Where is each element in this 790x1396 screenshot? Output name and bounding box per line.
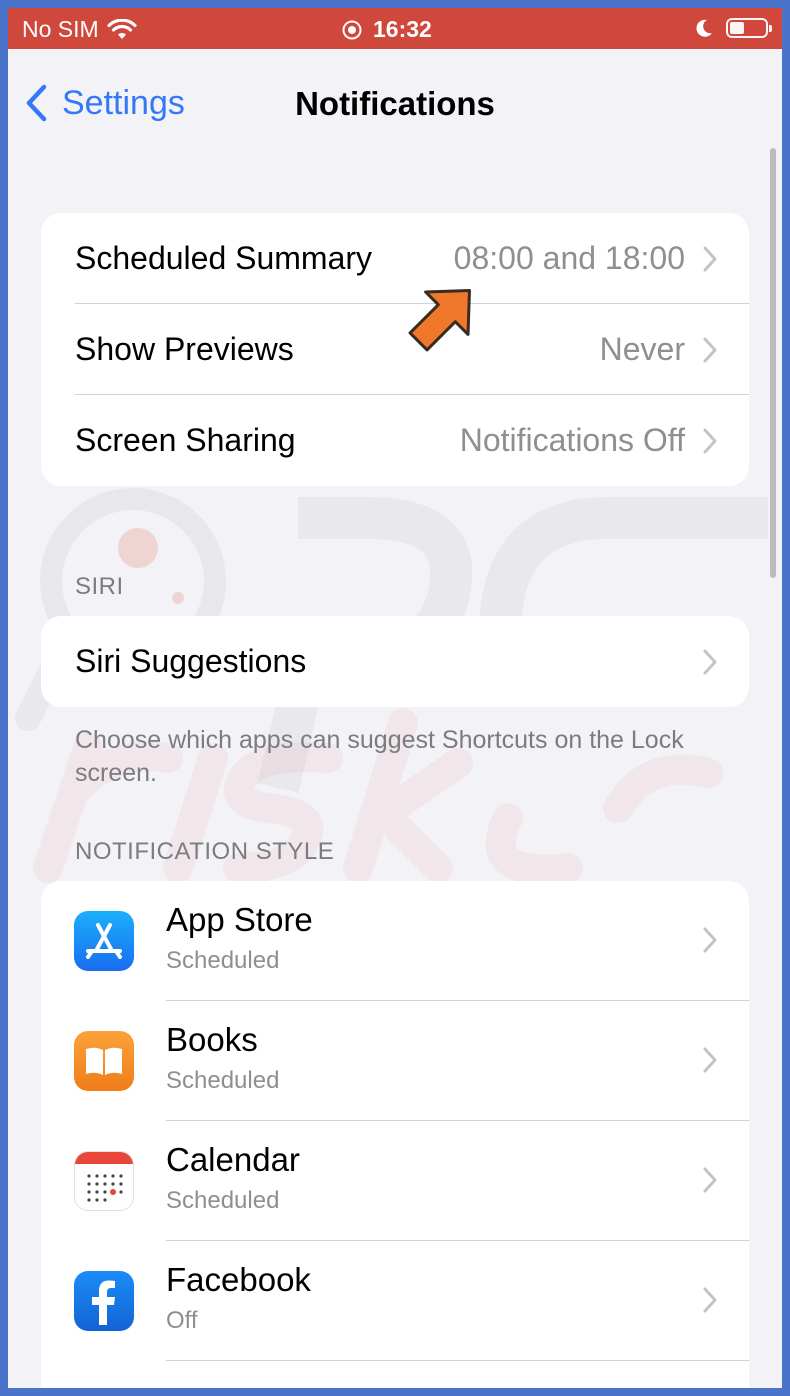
row-label: Scheduled Summary xyxy=(75,240,373,276)
app-status: Scheduled xyxy=(166,947,280,974)
chevron-right-icon xyxy=(703,246,717,271)
status-bar: No SIM 16:32 xyxy=(8,8,782,49)
row-label: Screen Sharing xyxy=(75,422,296,458)
row-label: Show Previews xyxy=(75,331,294,367)
books-icon xyxy=(74,1031,134,1091)
chevron-right-icon xyxy=(703,337,717,362)
screen-recording-icon xyxy=(342,20,362,39)
app-name: Books xyxy=(166,1021,258,1058)
app-row-app-store[interactable]: App Store Scheduled xyxy=(41,881,749,1001)
app-text: Facebook Off xyxy=(166,1261,311,1335)
app-name: Facebook xyxy=(166,1261,311,1298)
notification-style-header: NOTIFICATION STYLE xyxy=(75,838,335,865)
row-value: Notifications Off xyxy=(459,422,685,458)
clock-area: 16:32 xyxy=(341,16,432,43)
battery-icon xyxy=(726,18,772,38)
screen-sharing-row[interactable]: Screen Sharing Notifications Off xyxy=(41,395,749,486)
siri-suggestions-row[interactable]: Siri Suggestions xyxy=(41,616,749,707)
siri-section-header: SIRI xyxy=(75,573,124,600)
app-text: Calendar Scheduled xyxy=(166,1141,300,1215)
phone-screen: No SIM 16:32 Settings Notifications Sche… xyxy=(8,8,782,1388)
chevron-right-icon xyxy=(703,1047,717,1073)
app-text: App Store Scheduled xyxy=(166,901,313,975)
row-value: 08:00 and 18:00 xyxy=(453,240,685,276)
row-divider xyxy=(166,1360,749,1361)
siri-footnote: Choose which apps can suggest Shortcuts … xyxy=(75,726,684,787)
wifi-icon xyxy=(107,18,137,39)
summary-settings-group: Scheduled Summary 08:00 and 18:00 Show P… xyxy=(41,213,749,486)
carrier-label: No SIM xyxy=(22,16,99,42)
page-title: Notifications xyxy=(295,85,495,122)
clock: 16:32 xyxy=(373,16,432,42)
app-text: Books Scheduled xyxy=(166,1021,279,1095)
app-name: Calendar xyxy=(166,1141,300,1178)
chevron-right-icon xyxy=(703,1287,717,1313)
show-previews-row[interactable]: Show Previews Never xyxy=(41,304,749,395)
app-status: Scheduled xyxy=(166,1067,280,1094)
moon-icon xyxy=(696,19,712,37)
notification-style-group: App Store Scheduled Books Scheduled Cale… xyxy=(41,881,749,1388)
carrier-area: No SIM xyxy=(22,16,137,43)
siri-group: Siri Suggestions xyxy=(41,616,749,707)
scrollbar[interactable] xyxy=(770,148,776,578)
app-store-icon xyxy=(74,911,134,971)
chevron-right-icon xyxy=(703,649,717,674)
app-row-books[interactable]: Books Scheduled xyxy=(41,1001,749,1121)
navigation-bar: Settings Notifications xyxy=(8,49,782,144)
calendar-icon xyxy=(74,1151,134,1211)
app-row-calendar[interactable]: Calendar Scheduled xyxy=(41,1121,749,1241)
chevron-right-icon xyxy=(703,1167,717,1193)
app-row-facebook[interactable]: Facebook Off xyxy=(41,1241,749,1361)
app-status: Off xyxy=(166,1307,198,1334)
app-name: App Store xyxy=(166,901,313,938)
facebook-icon xyxy=(74,1271,134,1331)
chevron-right-icon xyxy=(703,927,717,953)
app-status: Scheduled xyxy=(166,1187,280,1214)
chevron-right-icon xyxy=(703,428,717,453)
status-icons xyxy=(694,18,772,38)
row-label: Siri Suggestions xyxy=(75,643,307,679)
row-value: Never xyxy=(599,331,685,367)
scheduled-summary-row[interactable]: Scheduled Summary 08:00 and 18:00 xyxy=(41,213,749,304)
